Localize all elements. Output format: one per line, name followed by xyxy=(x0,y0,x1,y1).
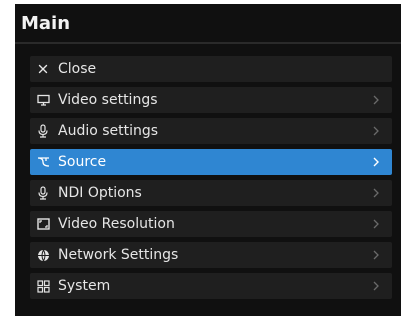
globe-icon xyxy=(36,248,50,262)
chevron-right-icon xyxy=(370,125,382,137)
system-grid-icon xyxy=(36,279,50,293)
menu-item-label: Audio settings xyxy=(58,123,159,139)
close-icon xyxy=(36,62,50,76)
source-icon xyxy=(36,155,50,169)
panel-title: Main xyxy=(21,13,71,34)
menu-item-video-resolution[interactable]: Video Resolution xyxy=(30,211,392,237)
menu-item-label: Source xyxy=(58,154,107,170)
menu-item-ndi-options[interactable]: NDI Options xyxy=(30,180,392,206)
menu-item-video-settings[interactable]: Video settings xyxy=(30,87,392,113)
chevron-right-icon xyxy=(370,280,382,292)
main-menu-panel: Main Close Video settings Audio settings xyxy=(15,4,401,316)
menu-item-label: NDI Options xyxy=(58,185,142,201)
monitor-icon xyxy=(36,93,50,107)
menu-item-audio-settings[interactable]: Audio settings xyxy=(30,118,392,144)
main-menu: Close Video settings Audio settings Sour… xyxy=(30,56,392,304)
menu-item-label: Video Resolution xyxy=(58,216,175,232)
menu-item-source[interactable]: Source xyxy=(30,149,392,175)
chevron-right-icon xyxy=(370,218,382,230)
microphone-icon xyxy=(36,124,50,138)
microphone-icon xyxy=(36,186,50,200)
menu-item-close[interactable]: Close xyxy=(30,56,392,82)
menu-item-label: Video settings xyxy=(58,92,158,108)
menu-item-system[interactable]: System xyxy=(30,273,392,299)
resolution-icon xyxy=(36,217,50,231)
title-divider xyxy=(15,42,401,44)
menu-item-network-settings[interactable]: Network Settings xyxy=(30,242,392,268)
menu-item-label: Close xyxy=(58,61,97,77)
chevron-right-icon xyxy=(370,249,382,261)
chevron-right-icon xyxy=(370,156,382,168)
chevron-right-icon xyxy=(370,187,382,199)
chevron-right-icon xyxy=(370,94,382,106)
menu-item-label: System xyxy=(58,278,111,294)
menu-item-label: Network Settings xyxy=(58,247,179,263)
